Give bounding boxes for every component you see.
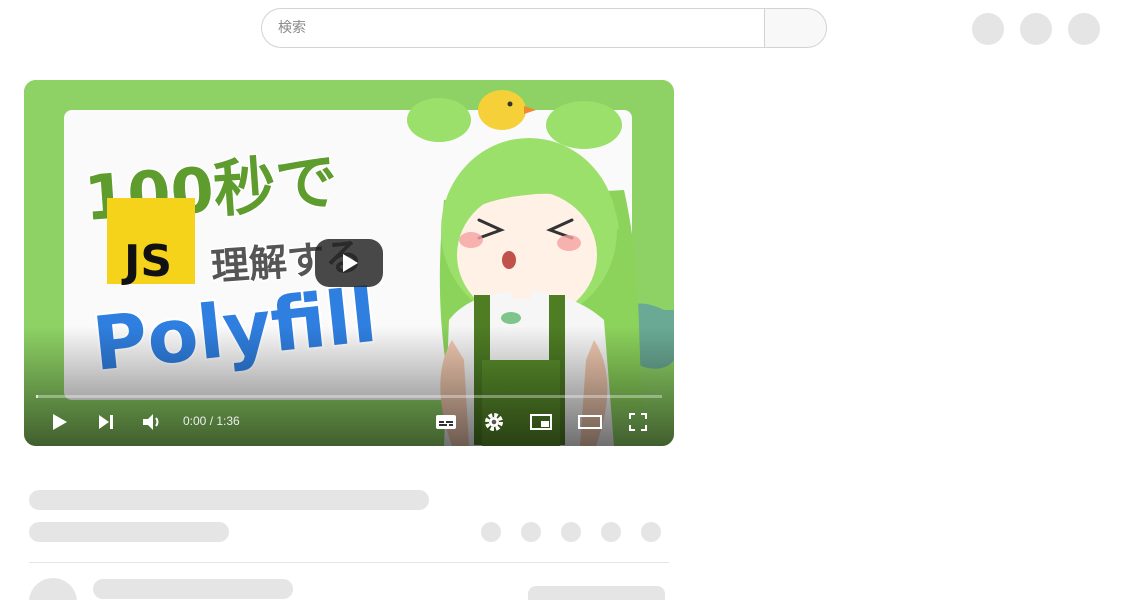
theater-icon: [578, 415, 602, 429]
divider: [29, 562, 669, 563]
action-placeholder: [481, 522, 501, 542]
notifications-icon[interactable]: [1020, 13, 1052, 45]
youtube-watch-page: 100秒で JS 理解する Polyfill: [0, 0, 1124, 600]
theater-mode-button[interactable]: [576, 410, 604, 434]
fullscreen-icon: [629, 413, 647, 431]
fullscreen-button[interactable]: [624, 410, 652, 434]
search-button[interactable]: [764, 8, 827, 48]
miniplayer-button[interactable]: [527, 410, 555, 434]
search-input[interactable]: [261, 8, 764, 48]
play-icon: [53, 414, 67, 430]
progress-bar[interactable]: [36, 395, 662, 398]
play-icon: [343, 254, 358, 272]
account-icon[interactable]: [1068, 13, 1100, 45]
search-bar: [261, 8, 827, 48]
thumb-js-badge: JS: [121, 236, 172, 287]
time-display: 0:00 / 1:36: [183, 414, 240, 428]
subscribe-placeholder: [528, 586, 665, 600]
channel-avatar-placeholder: [29, 578, 77, 600]
title-placeholder: [29, 490, 429, 510]
channel-name-placeholder: [93, 579, 293, 599]
action-placeholder: [561, 522, 581, 542]
skip-next-icon: [99, 415, 113, 429]
play-button[interactable]: [45, 410, 73, 434]
miniplayer-icon: [530, 414, 552, 430]
settings-button[interactable]: [480, 410, 508, 434]
apps-icon[interactable]: [972, 13, 1004, 45]
progress-fill: [36, 395, 38, 398]
video-player[interactable]: 100秒で JS 理解する Polyfill: [24, 80, 674, 446]
action-placeholder: [641, 522, 661, 542]
subtitles-button[interactable]: [432, 410, 460, 434]
meta-placeholder: [29, 522, 229, 542]
volume-icon: [143, 414, 159, 430]
header-actions: [972, 13, 1100, 45]
subtitles-icon: [436, 415, 456, 429]
player-controls: 0:00 / 1:36: [24, 406, 674, 438]
action-placeholders: [481, 522, 661, 542]
gear-icon: [485, 413, 503, 431]
play-overlay-button[interactable]: [315, 239, 383, 287]
action-placeholder: [601, 522, 621, 542]
next-button[interactable]: [92, 410, 120, 434]
volume-button[interactable]: [138, 410, 166, 434]
action-placeholder: [521, 522, 541, 542]
